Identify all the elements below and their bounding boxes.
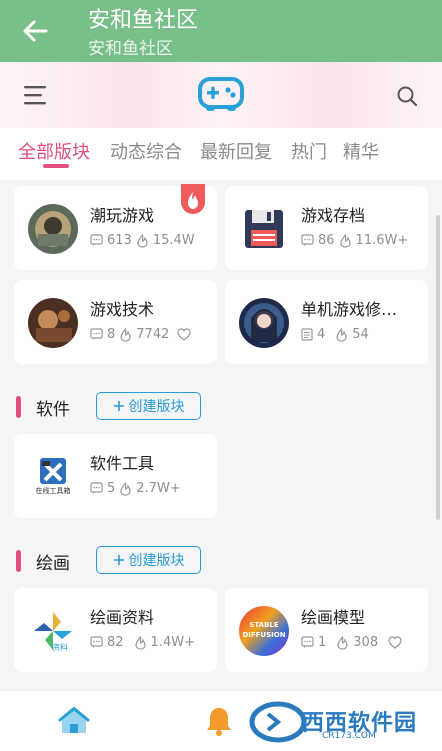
- tab-all-boards[interactable]: 全部版块: [18, 138, 90, 164]
- board-stats: 613 15.4W: [90, 233, 195, 248]
- post-count: 82: [107, 635, 124, 650]
- comment-icon: [90, 328, 103, 340]
- board-stats: 86 11.6W+: [301, 233, 408, 248]
- draw-logo-text: 资料: [52, 643, 68, 652]
- tab-latest-reply[interactable]: 最新回复: [200, 138, 272, 164]
- post-count: 4: [317, 327, 326, 342]
- board-card-draw-model[interactable]: STABLE DIFFUSION 绘画模型 1 308: [225, 588, 428, 672]
- create-board-label: 创建版块: [128, 399, 185, 415]
- page-title: 安和鱼社区: [88, 8, 199, 33]
- plus-icon: [113, 555, 124, 565]
- flame-icon: [120, 481, 131, 496]
- floppy-disk-icon: [239, 204, 289, 254]
- comment-icon: [301, 234, 314, 246]
- scrollbar[interactable]: [436, 215, 440, 520]
- watermark-url: CR173.COM: [322, 731, 376, 741]
- section-title: 软件: [36, 400, 70, 420]
- app-bar: 安和鱼社区 安和鱼社区: [0, 0, 442, 62]
- board-name: 单机游戏修…: [301, 300, 398, 319]
- board-avatar: [239, 298, 289, 348]
- create-board-button[interactable]: 创建版块: [96, 392, 201, 420]
- board-name: 软件工具: [90, 454, 155, 473]
- heat-count: 15.4W: [152, 233, 195, 248]
- home-icon[interactable]: [58, 707, 90, 735]
- board-card-save[interactable]: 游戏存档 86 11.6W+: [225, 186, 428, 270]
- section-drawing: 绘画 创建版块: [0, 542, 442, 582]
- create-board-label: 创建版块: [128, 553, 185, 569]
- board-avatar: [28, 204, 78, 254]
- tab-featured[interactable]: 精华: [343, 138, 379, 164]
- section-title: 绘画: [36, 554, 70, 574]
- gamepad-icon: [198, 77, 244, 111]
- flame-icon: [339, 233, 351, 248]
- toolbox-logo-text: 在线工具箱: [35, 487, 71, 495]
- comment-icon: [301, 636, 314, 648]
- menu-icon[interactable]: [24, 85, 46, 105]
- board-list: 潮玩游戏 613 15.4W 游戏存档 86 11.6W+ 游戏技术 8 774…: [0, 180, 442, 690]
- page-subtitle: 安和鱼社区: [88, 39, 173, 59]
- board-stats: 1 308: [301, 635, 402, 650]
- post-count: 613: [107, 233, 132, 248]
- create-board-button[interactable]: 创建版块: [96, 546, 201, 574]
- heat-count: 1.4W+: [150, 635, 195, 650]
- heat-count: 7742: [136, 327, 170, 342]
- forum-header: [0, 62, 442, 128]
- tab-hot[interactable]: 热门: [291, 138, 327, 164]
- board-card-draw-res[interactable]: 资料 绘画资料 82 1.4W+: [14, 588, 217, 672]
- flame-icon: [336, 327, 347, 342]
- comment-icon: [90, 482, 103, 494]
- tab-bar: 全部版块 动态综合 最新回复 热门 精华: [0, 128, 442, 180]
- board-card-tools[interactable]: 在线工具箱 软件工具 5 2.7W+: [14, 434, 217, 518]
- post-count: 8: [107, 327, 116, 342]
- sd-logo-text: STABLE DIFFUSION: [242, 621, 286, 639]
- tab-activity[interactable]: 动态综合: [110, 138, 182, 164]
- post-count: 5: [107, 481, 116, 496]
- comment-icon: [90, 234, 103, 246]
- flame-icon: [337, 635, 348, 650]
- heart-icon: [177, 328, 191, 341]
- flame-icon: [134, 635, 146, 650]
- board-stats: 82 1.4W+: [90, 635, 195, 650]
- board-name: 潮玩游戏: [90, 206, 155, 225]
- pinwheel-logo-icon: 资料: [28, 606, 78, 656]
- board-avatar: [28, 298, 78, 348]
- board-card-mod[interactable]: 单机游戏修… 4 54: [225, 280, 428, 364]
- heart-icon: [388, 636, 402, 649]
- section-software: 软件 创建版块: [0, 388, 442, 428]
- section-marker: [16, 396, 21, 418]
- back-arrow-icon[interactable]: [20, 16, 50, 46]
- board-stats: 8 7742: [90, 327, 191, 342]
- board-card-chaowan[interactable]: 潮玩游戏 613 15.4W: [14, 184, 217, 270]
- board-name: 绘画模型: [301, 608, 366, 627]
- active-tab-indicator: [43, 164, 69, 168]
- search-icon[interactable]: [396, 85, 418, 107]
- board-name: 游戏技术: [90, 300, 155, 319]
- heat-count: 308: [353, 635, 379, 650]
- plus-icon: [113, 401, 124, 411]
- board-stats: 5 2.7W+: [90, 481, 181, 496]
- document-icon: [301, 328, 313, 341]
- heat-count: 11.6W+: [355, 233, 409, 248]
- board-name: 游戏存档: [301, 206, 366, 225]
- flame-icon: [137, 233, 148, 248]
- board-name: 绘画资料: [90, 608, 155, 627]
- flame-icon: [120, 327, 131, 342]
- heat-count: 2.7W+: [136, 481, 181, 496]
- bottom-nav: 西西软件园 CR173.COM: [0, 690, 442, 751]
- heat-count: 54: [352, 327, 369, 342]
- board-avatar: STABLE DIFFUSION: [239, 606, 289, 656]
- comment-icon: [90, 636, 103, 648]
- hot-badge: [181, 184, 205, 214]
- section-marker: [16, 550, 21, 572]
- board-card-tech[interactable]: 游戏技术 8 7742: [14, 280, 217, 364]
- bell-icon[interactable]: [204, 705, 234, 737]
- board-stats: 4 54: [301, 327, 369, 342]
- post-count: 86: [318, 233, 335, 248]
- post-count: 1: [318, 635, 327, 650]
